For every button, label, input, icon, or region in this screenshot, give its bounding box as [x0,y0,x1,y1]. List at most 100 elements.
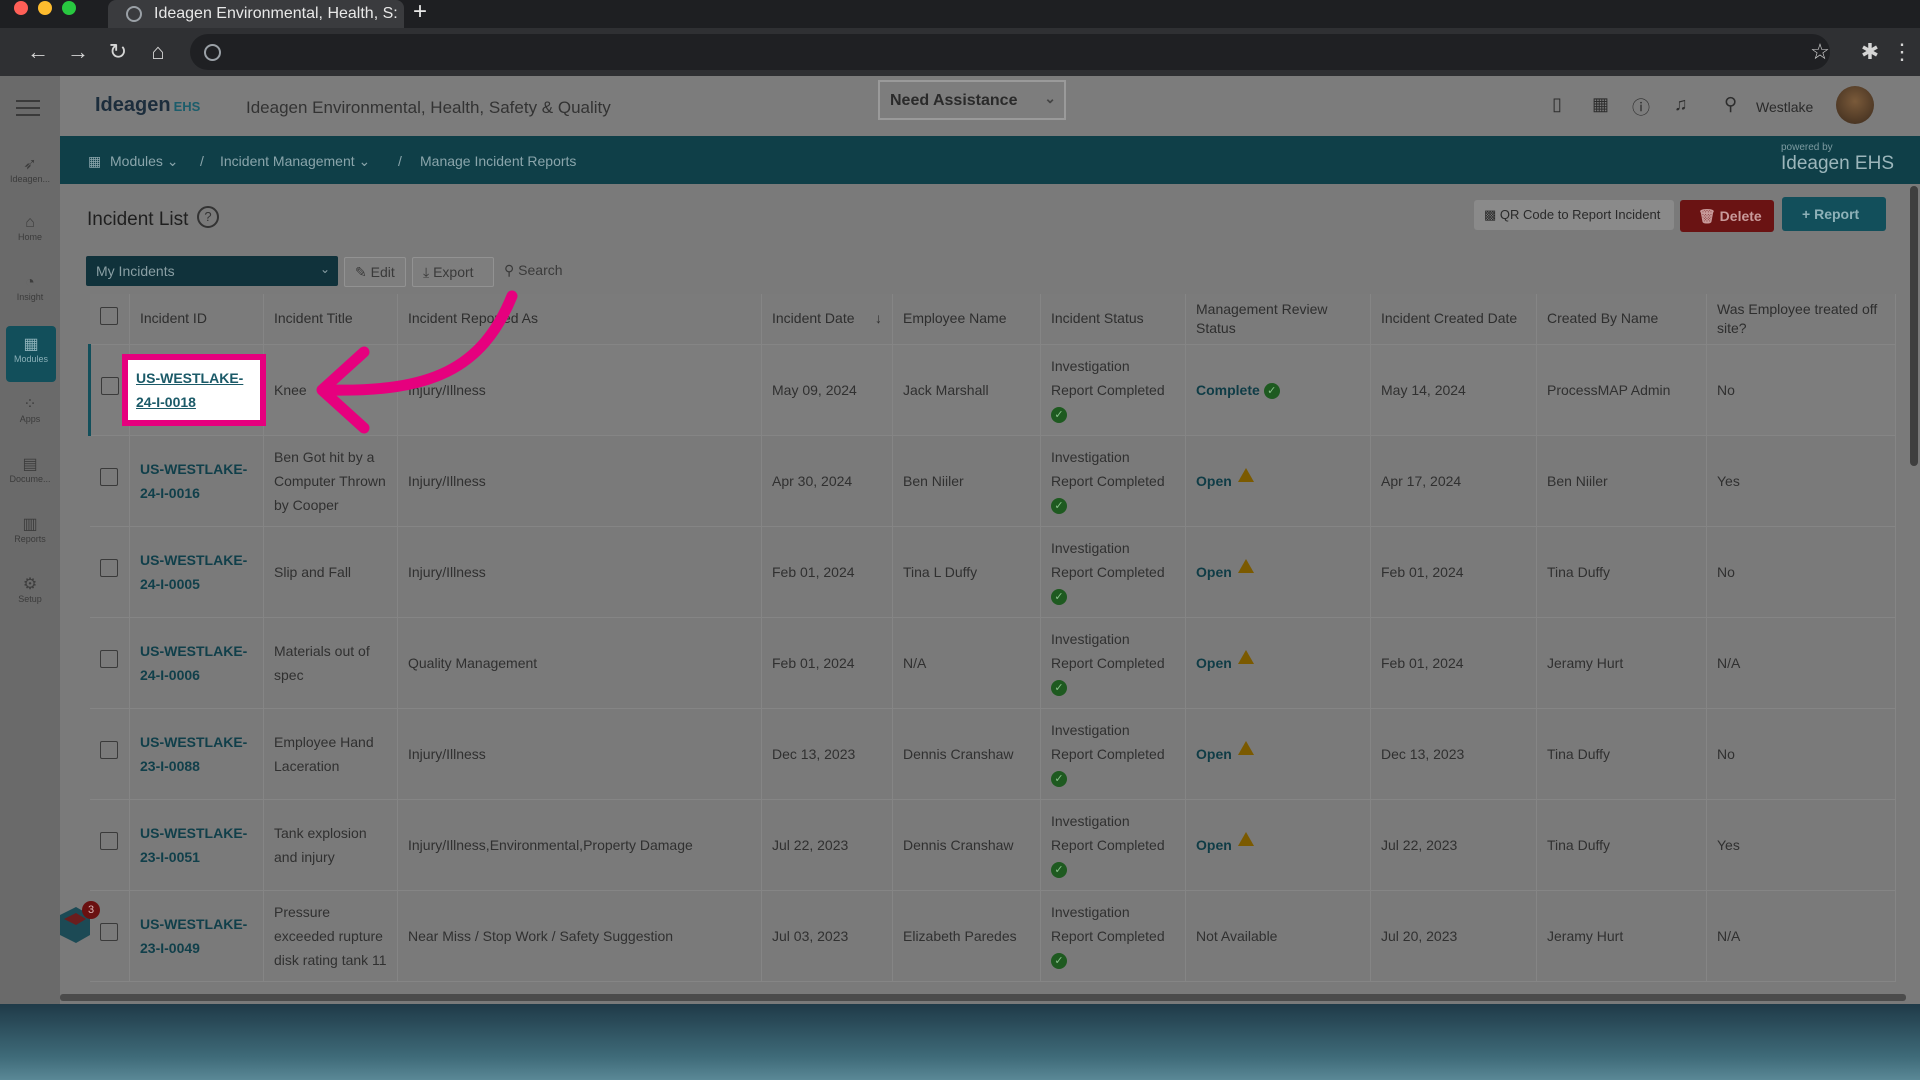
report-button[interactable]: + Report [1782,197,1886,231]
column-header[interactable]: Was Employee treated off site? [1706,294,1896,345]
help-icon[interactable]: ⓘ [1632,94,1650,120]
home-icon[interactable]: ⌂ [144,38,172,66]
sidebar-item-ideagen[interactable]: ➶ Ideagen... [0,146,60,202]
question-circle-icon[interactable]: ? [197,206,219,228]
need-assistance-dropdown[interactable]: Need Assistance ⌄ [878,80,1066,120]
table-row[interactable]: US-WESTLAKE- 24-I-0018 Knee Injury/Illnes… [88,344,1896,436]
incident-status-cell: Investigation Report Completed ✓ [1040,617,1186,709]
table-row[interactable]: US-WESTLAKE- 23-I-0088 Employee Hand Lace… [89,708,1896,800]
row-select-cell [89,435,130,527]
incident-id-link[interactable]: US-WESTLAKE- 24-I-0005 [129,526,264,618]
export-button[interactable]: ⤓ Export [412,257,494,287]
location-label[interactable]: Westlake [1756,99,1813,115]
employee-name-cell: Tina L Duffy [892,526,1041,618]
edit-button[interactable]: ✎ Edit [344,257,406,287]
incident-id-link[interactable]: US-WESTLAKE- 23-I-0088 [129,708,264,800]
sidebar-item-insight[interactable]: ◔ Insight [0,266,60,322]
incident-date-cell: May 09, 2024 [761,344,893,436]
maximize-window-icon[interactable] [62,1,76,15]
modules-grid-icon: ▦ [88,153,102,169]
forward-icon[interactable]: → [64,38,92,66]
reported-as-cell: Quality Management [397,617,762,709]
offsite-cell: N/A [1706,617,1896,709]
vertical-scrollbar[interactable] [1910,186,1918,466]
check-circle-icon: ✓ [1051,679,1067,696]
incident-id-link[interactable]: US-WESTLAKE- 24-I-0016 [129,435,264,527]
row-select-cell [89,617,130,709]
row-checkbox[interactable] [99,741,118,759]
qr-code-report-button[interactable]: ▩ QR Code to Report Incident [1474,200,1674,230]
incident-id-link[interactable]: US-WESTLAKE- 24-I-0018 [122,353,266,426]
column-header[interactable]: Incident ID [129,294,264,345]
incident-id-link[interactable]: US-WESTLAKE- 24-I-0006 [129,617,264,709]
incident-date-cell: Feb 01, 2024 [761,617,893,709]
assistant-widget[interactable]: 3 [56,901,100,953]
breadcrumb-incident-management[interactable]: Incident Management ⌄ [220,153,370,170]
incident-title-cell: Pressure exceeded rupture disk rating ta… [263,890,398,982]
plus-icon[interactable]: + [406,0,434,28]
sidebar-item-documents[interactable]: ▤ Docume... [0,446,60,502]
breadcrumb-modules[interactable]: Modules ⌄ [110,153,179,170]
hamburger-menu-icon[interactable] [16,100,40,116]
sidebar-item-setup[interactable]: ⚙ Setup [0,566,60,622]
browser-titlebar: Ideagen Environmental, Health, S: + [0,0,1920,28]
mobile-icon[interactable]: ▯ [1552,94,1562,115]
incident-date-cell: Jul 22, 2023 [761,799,893,891]
app-title: Ideagen Environmental, Health, Safety & … [246,98,611,117]
bell-icon[interactable]: ♫ [1674,94,1688,115]
created-by-cell: ProcessMAP Admin [1536,344,1707,436]
table-row[interactable]: US-WESTLAKE- 23-I-0051 Tank explosion and… [89,799,1896,891]
column-header[interactable]: Employee Name [892,294,1041,345]
column-header[interactable]: Incident Created Date [1370,294,1537,345]
calendar-icon[interactable]: ▦ [1592,94,1609,115]
incident-status-cell: Investigation Report Completed ✓ [1040,890,1186,982]
column-header[interactable]: Incident Status [1040,294,1186,345]
row-checkbox[interactable] [99,650,118,668]
row-checkbox[interactable] [99,559,118,577]
browser-tab[interactable]: Ideagen Environmental, Health, S: [108,0,404,28]
sidebar-item-home[interactable]: ⌂ Home [0,206,60,262]
table-row[interactable]: US-WESTLAKE- 24-I-0016 Ben Got hit by a C… [89,435,1896,527]
table-row[interactable]: US-WESTLAKE- 24-I-0006 Materials out of s… [89,617,1896,709]
row-checkbox[interactable] [99,468,118,486]
sidebar: ➶ Ideagen... ⌂ Home ◔ Insight ▦ Modules ⁘ App… [0,76,60,1004]
column-header[interactable]: Created By Name [1536,294,1707,345]
ideagen-logo[interactable]: Ideagen EHS [95,94,200,117]
warning-icon [1237,650,1254,664]
column-header[interactable]: Management Review Status [1185,294,1371,345]
row-checkbox[interactable] [99,923,118,941]
tab-title: Ideagen Environmental, Health, S: [154,5,398,22]
offsite-cell: No [1706,526,1896,618]
minimize-window-icon[interactable] [38,1,52,15]
horizontal-scrollbar[interactable] [60,994,1906,1001]
browser-menu-icon[interactable]: ⋮ [1888,38,1916,66]
row-checkbox[interactable] [99,832,118,850]
row-checkbox[interactable] [101,377,119,395]
select-all-checkbox[interactable] [99,307,118,326]
column-header[interactable]: Incident Title [263,294,398,345]
column-header[interactable]: Incident Reported As [397,294,762,345]
incident-id-link[interactable]: US-WESTLAKE- 23-I-0049 [129,890,264,982]
column-header-incident-date[interactable]: Incident Date ↓ [761,294,893,345]
incident-filter-select[interactable]: My Incidents ⌄ [86,256,338,286]
created-by-cell: Tina Duffy [1536,526,1707,618]
sidebar-item-modules[interactable]: ▦ Modules [6,326,56,382]
table-row[interactable]: US-WESTLAKE- 23-I-0049 Pressure exceeded … [89,890,1896,982]
reported-as-cell: Injury/Illness,Environmental,Property Da… [397,799,762,891]
address-bar[interactable] [190,34,1830,70]
avatar[interactable] [1836,86,1874,124]
created-date-cell: Feb 01, 2024 [1370,526,1537,618]
reload-icon[interactable]: ↻ [104,38,132,66]
sort-desc-icon: ↓ [875,310,882,327]
close-window-icon[interactable] [14,1,28,15]
incident-status-cell: Investigation Report Completed ✓ [1040,344,1186,436]
back-icon[interactable]: ← [24,38,52,66]
bookmark-star-icon[interactable]: ☆ [1806,38,1834,66]
incident-id-link[interactable]: US-WESTLAKE- 23-I-0051 [129,799,264,891]
extensions-icon[interactable]: ✱ [1856,38,1884,66]
table-row[interactable]: US-WESTLAKE- 24-I-0005 Slip and Fall Inju… [89,526,1896,618]
search-button[interactable]: ⚲ Search [504,262,563,279]
delete-button[interactable]: 🗑︎ Delete [1680,200,1774,232]
sidebar-item-reports[interactable]: ▥ Reports [0,506,60,562]
sidebar-item-apps[interactable]: ⁘ Apps [0,386,60,442]
